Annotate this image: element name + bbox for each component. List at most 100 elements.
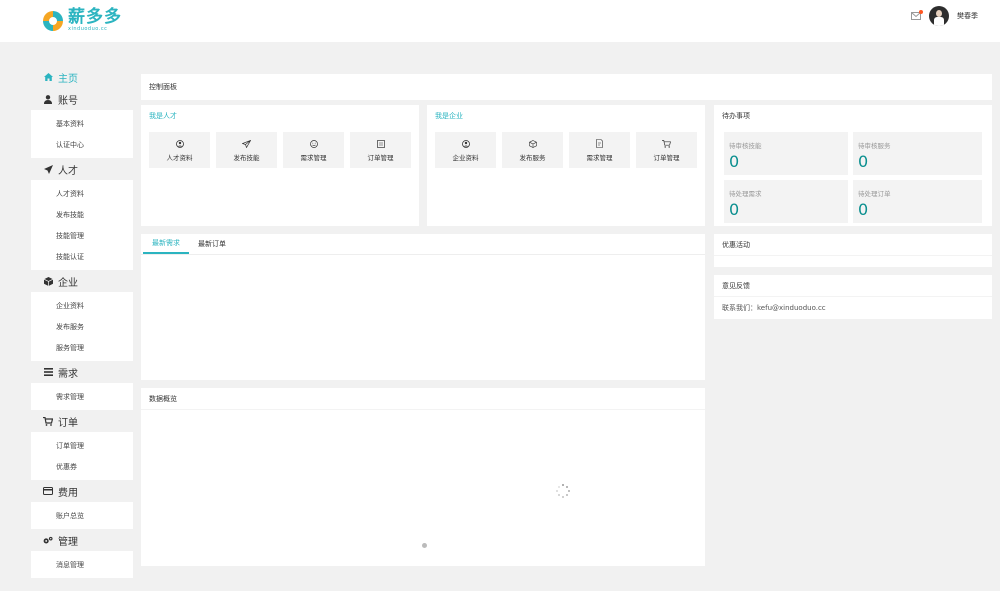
quick-talent-profile[interactable]: 人才资料 xyxy=(149,132,210,168)
cart-icon xyxy=(43,416,53,426)
todo-count: 0 xyxy=(729,152,740,171)
latest-card: 最新需求 最新订单 xyxy=(141,234,705,380)
promo-card: 优惠活动 xyxy=(714,234,992,267)
sidebar-group-account[interactable]: 账号 xyxy=(31,88,133,110)
user-circle-icon xyxy=(461,139,470,149)
todo-pending-demands[interactable]: 待处理需求 0 xyxy=(724,180,848,223)
sidebar-group-label: 企业 xyxy=(58,277,78,289)
sidebar-item-skill-cert[interactable]: 技能认证 xyxy=(31,246,133,267)
home-icon xyxy=(43,73,53,81)
todo-count: 0 xyxy=(858,152,869,171)
sidebar-group-enterprise[interactable]: 企业 xyxy=(31,270,133,292)
quick-order-manage[interactable]: 订单管理 xyxy=(350,132,411,168)
talent-card-title: 我是人才 xyxy=(149,112,177,120)
list-box-icon xyxy=(376,139,385,149)
sidebar-item-basic-info[interactable]: 基本资料 xyxy=(31,113,133,134)
quick-enterprise-profile[interactable]: 企业资料 xyxy=(435,132,496,168)
loading-spinner-icon xyxy=(556,484,570,498)
todo-label: 待处理订单 xyxy=(858,190,891,198)
quick-order-manage-ent[interactable]: 订单管理 xyxy=(636,132,697,168)
logo-icon xyxy=(42,10,64,32)
sidebar-group-talent[interactable]: 人才 xyxy=(31,158,133,180)
sidebar-home-label: 主页 xyxy=(58,73,78,85)
sidebar-item-certification[interactable]: 认证中心 xyxy=(31,134,133,155)
overview-card-title: 数据概览 xyxy=(141,388,705,410)
sidebar-item-enterprise-profile[interactable]: 企业资料 xyxy=(31,295,133,316)
list-icon xyxy=(43,368,53,376)
sidebar-item-service-manage[interactable]: 服务管理 xyxy=(31,337,133,358)
message-icon[interactable] xyxy=(911,10,923,20)
quick-label: 订单管理 xyxy=(367,153,394,162)
user-circle-icon xyxy=(175,139,184,149)
username[interactable]: 樊春季 xyxy=(957,11,978,21)
todo-pending-orders[interactable]: 待处理订单 0 xyxy=(853,180,982,223)
sidebar-group-label: 费用 xyxy=(58,487,78,499)
sidebar-group-label: 管理 xyxy=(58,536,78,548)
cube-icon xyxy=(43,276,53,286)
quick-label: 订单管理 xyxy=(653,153,680,162)
todo-label: 待审核服务 xyxy=(858,142,891,150)
sidebar-item-skill-manage[interactable]: 技能管理 xyxy=(31,225,133,246)
contact-text[interactable]: 联系我们：kefu@xinduoduo.cc xyxy=(714,297,992,319)
todo-count: 0 xyxy=(729,200,740,219)
sidebar-group-demand[interactable]: 需求 xyxy=(31,361,133,383)
sidebar-item-account-overview[interactable]: 账户总览 xyxy=(31,505,133,526)
sidebar-group-label: 订单 xyxy=(58,417,78,429)
quick-label: 需求管理 xyxy=(300,153,327,162)
sidebar-item-home[interactable]: 主页 xyxy=(31,66,133,88)
gears-icon xyxy=(43,536,53,545)
todo-pending-skills[interactable]: 待审核技能 0 xyxy=(724,132,848,175)
sidebar-item-order-manage[interactable]: 订单管理 xyxy=(31,435,133,456)
promo-card-title: 优惠活动 xyxy=(714,234,992,256)
todo-card: 待办事项 待审核技能 0 待审核服务 0 待处理需求 0 待处理订单 0 xyxy=(714,105,992,226)
todo-label: 待审核技能 xyxy=(729,142,762,150)
quick-publish-skill[interactable]: 发布技能 xyxy=(216,132,277,168)
sidebar-item-talent-profile[interactable]: 人才资料 xyxy=(31,183,133,204)
avatar[interactable] xyxy=(929,6,949,26)
quick-demand-manage[interactable]: 需求管理 xyxy=(283,132,344,168)
todo-pending-services[interactable]: 待审核服务 0 xyxy=(853,132,982,175)
rocket-icon xyxy=(43,164,53,174)
quick-demand-manage-ent[interactable]: 需求管理 xyxy=(569,132,630,168)
dashboard-title-card: 控制面板 xyxy=(141,74,992,100)
sidebar-group-fee[interactable]: 费用 xyxy=(31,480,133,502)
latest-tabs: 最新需求 最新订单 xyxy=(141,234,705,255)
top-header: 薪多多 xinduoduo.cc 樊春季 xyxy=(0,0,1000,42)
sidebar-group-manage[interactable]: 管理 xyxy=(31,529,133,551)
user-icon xyxy=(43,94,53,104)
quick-label: 发布技能 xyxy=(233,153,260,162)
logo-title: 薪多多 xyxy=(68,7,122,27)
sidebar-group-label: 需求 xyxy=(58,368,78,380)
todo-card-title: 待办事项 xyxy=(722,112,750,120)
sidebar: 主页 账号 基本资料 认证中心 人才 人才资料 发布技能 技能管理 技能认证 企… xyxy=(31,66,133,578)
quick-publish-service[interactable]: 发布服务 xyxy=(502,132,563,168)
sidebar-group-label: 账号 xyxy=(58,95,78,107)
loading-dot xyxy=(422,543,427,548)
enterprise-card-title: 我是企业 xyxy=(435,112,463,120)
sidebar-group-order[interactable]: 订单 xyxy=(31,410,133,432)
quick-label: 企业资料 xyxy=(452,153,479,162)
sidebar-item-message-manage[interactable]: 消息管理 xyxy=(31,554,133,575)
quick-label: 发布服务 xyxy=(519,153,546,162)
paper-plane-icon xyxy=(242,139,251,149)
logo-subtitle: xinduoduo.cc xyxy=(68,26,108,32)
tab-latest-orders[interactable]: 最新订单 xyxy=(189,234,235,254)
cart-icon xyxy=(662,139,671,149)
todo-count: 0 xyxy=(858,200,869,219)
todo-label: 待处理需求 xyxy=(729,190,762,198)
sidebar-group-label: 人才 xyxy=(58,165,78,177)
talent-card: 我是人才 人才资料 发布技能 需求管理 订单管理 xyxy=(141,105,419,226)
sidebar-item-coupon[interactable]: 优惠券 xyxy=(31,456,133,477)
sidebar-item-demand-manage[interactable]: 需求管理 xyxy=(31,386,133,407)
overview-card: 数据概览 xyxy=(141,388,705,566)
enterprise-card: 我是企业 企业资料 发布服务 需求管理 订单管理 xyxy=(427,105,705,226)
logo[interactable]: 薪多多 xinduoduo.cc xyxy=(42,9,122,32)
quick-label: 人才资料 xyxy=(166,153,193,162)
sidebar-item-publish-skill[interactable]: 发布技能 xyxy=(31,204,133,225)
sidebar-item-publish-service[interactable]: 发布服务 xyxy=(31,316,133,337)
credit-card-icon xyxy=(43,487,53,495)
tab-latest-demands[interactable]: 最新需求 xyxy=(143,234,189,254)
notification-dot xyxy=(919,10,923,14)
feedback-card-title: 意见反馈 xyxy=(714,275,992,297)
smile-icon xyxy=(309,139,318,149)
